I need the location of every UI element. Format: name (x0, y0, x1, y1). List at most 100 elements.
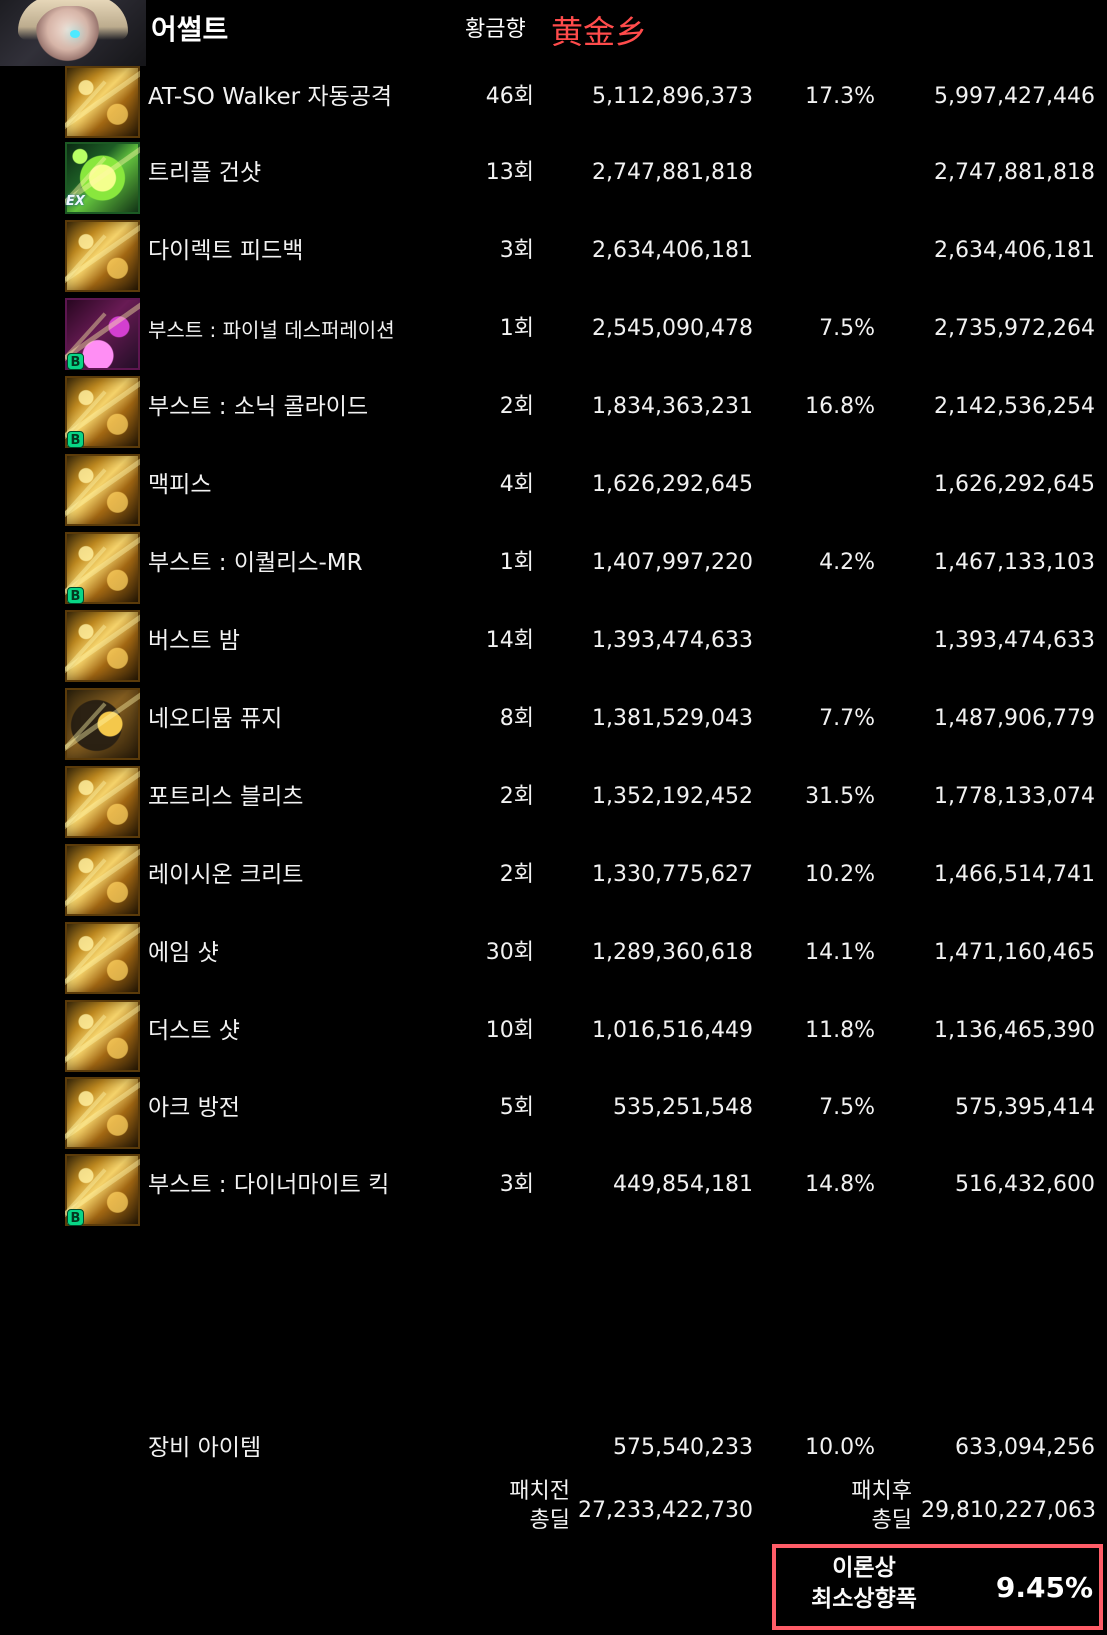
skill-after-damage: 1,626,292,645 (934, 472, 1095, 497)
aim-shot-icon (65, 922, 140, 994)
skill-after-damage: 2,735,972,264 (934, 316, 1095, 341)
skill-count: 8회 (499, 706, 534, 731)
server-name: 황금향 (465, 17, 526, 42)
skill-name: 더스트 샷 (148, 1018, 240, 1044)
skill-row: 다이렉트 피드백 3회 2,634,406,181 2,634,406,181 (0, 217, 1107, 293)
skill-name: 부스트 : 파이널 데스퍼레이션 (148, 318, 395, 342)
skill-count: 4회 (499, 472, 534, 497)
skill-row: 아크 방전 5회 535,251,548 7.5% 575,395,414 (0, 1074, 1107, 1150)
skill-after-damage: 1,471,160,465 (934, 940, 1095, 965)
skill-count: 10회 (485, 1018, 534, 1043)
skill-boost: 7.5% (819, 316, 875, 341)
skill-after-damage: 1,136,465,390 (934, 1018, 1095, 1043)
skill-name: 에임 샷 (148, 940, 219, 966)
skill-name: 버스트 밤 (148, 628, 240, 654)
skill-damage: 1,834,363,231 (592, 394, 753, 419)
burst-bomb-icon (65, 610, 140, 682)
minimum-buff-label-line-1: 이론상 (832, 1555, 896, 1581)
skill-name: 부스트 : 이퀄리스-MR (148, 550, 363, 576)
skill-after-damage: 2,142,536,254 (934, 394, 1095, 419)
character-title: 어썰트 (151, 13, 229, 46)
skill-row: 버스트 밤 14회 1,393,474,633 1,393,474,633 (0, 607, 1107, 683)
boost-badge-icon: B (67, 587, 84, 604)
skill-name: 포트리스 블리츠 (148, 784, 304, 810)
skill-name: 부스트 : 소닉 콜라이드 (148, 394, 369, 420)
skill-damage: 1,393,474,633 (592, 628, 753, 653)
pre-patch-total-label: 패치전 총딜 (500, 1477, 570, 1535)
post-patch-label-line-1: 패치후 (851, 1479, 912, 1504)
skill-count: 1회 (499, 316, 534, 341)
avatar-eye-glow (70, 30, 80, 38)
skill-damage: 1,381,529,043 (592, 706, 753, 731)
skill-boost: 16.8% (805, 394, 875, 419)
skill-damage: 1,289,360,618 (592, 940, 753, 965)
skill-boost: 4.2% (819, 550, 875, 575)
ex-badge: EX (66, 194, 85, 209)
skill-after-damage: 2,747,881,818 (934, 160, 1095, 185)
equipment-label: 장비 아이템 (148, 1435, 262, 1461)
skill-damage: 449,854,181 (613, 1172, 753, 1197)
skill-count: 14회 (485, 628, 534, 653)
skill-boost: 14.8% (805, 1172, 875, 1197)
skill-damage: 2,545,090,478 (592, 316, 753, 341)
skill-damage: 535,251,548 (613, 1095, 753, 1120)
dust-shot-icon (65, 1000, 140, 1072)
boost-badge-icon: B (67, 353, 84, 370)
skill-count: 13회 (485, 160, 534, 185)
pre-patch-label-line-2: 총딜 (529, 1508, 570, 1533)
walker-icon (65, 66, 140, 138)
skill-count: 2회 (499, 394, 534, 419)
skill-name: 맥피스 (148, 472, 212, 498)
skill-row: 네오디뮴 퓨지 8회 1,381,529,043 7.7% 1,487,906,… (0, 685, 1107, 761)
minimum-buff-label: 이론상 최소상향폭 (790, 1553, 938, 1615)
avatar-face-art (34, 6, 104, 66)
minimum-buff-label-line-2: 최소상향폭 (811, 1586, 917, 1612)
server-chinese-name: 黄金乡 (551, 13, 648, 51)
skill-row: 더스트 샷 10회 1,016,516,449 11.8% 1,136,465,… (0, 997, 1107, 1073)
skill-damage: 2,634,406,181 (592, 238, 753, 263)
skill-after-damage: 516,432,600 (955, 1172, 1095, 1197)
maxpeace-icon (65, 454, 140, 526)
skill-after-damage: 1,393,474,633 (934, 628, 1095, 653)
skill-name: 트리플 건샷 (148, 160, 262, 186)
equipment-damage: 575,540,233 (613, 1435, 753, 1460)
skill-after-damage: 1,467,133,103 (934, 550, 1095, 575)
skill-damage: 5,112,896,373 (592, 84, 753, 109)
skill-damage: 1,407,997,220 (592, 550, 753, 575)
character-header: 어썰트 황금향 黄金乡 (0, 0, 1107, 66)
skill-row: B 부스트 : 다이너마이트 킥 3회 449,854,181 14.8% 51… (0, 1151, 1107, 1227)
post-patch-total-value: 29,810,227,063 (921, 1498, 1096, 1523)
skill-after-damage: 2,634,406,181 (934, 238, 1095, 263)
skill-name: 다이렉트 피드백 (148, 238, 304, 264)
post-patch-label-line-2: 총딜 (871, 1508, 912, 1533)
boost-badge-icon: B (67, 1209, 84, 1226)
neodymium-fuze-icon (65, 688, 140, 760)
skill-row: EX 트리플 건샷 13회 2,747,881,818 2,747,881,81… (0, 139, 1107, 215)
skill-boost: 11.8% (805, 1018, 875, 1043)
skill-count: 30회 (485, 940, 534, 965)
skill-name: 부스트 : 다이너마이트 킥 (148, 1172, 390, 1198)
pre-patch-label-line-1: 패치전 (509, 1479, 570, 1504)
skill-row: 맥피스 4회 1,626,292,645 1,626,292,645 (0, 451, 1107, 527)
skill-count: 5회 (499, 1095, 534, 1120)
skill-after-damage: 1,778,133,074 (934, 784, 1095, 809)
skill-after-damage: 575,395,414 (955, 1095, 1095, 1120)
character-avatar (0, 0, 146, 66)
skill-row: B 부스트 : 소닉 콜라이드 2회 1,834,363,231 16.8% 2… (0, 373, 1107, 449)
skill-count: 3회 (499, 238, 534, 263)
skill-row: B 부스트 : 파이널 데스퍼레이션 1회 2,545,090,478 7.5%… (0, 295, 1107, 371)
skill-damage: 2,747,881,818 (592, 160, 753, 185)
post-patch-total-label: 패치후 총딜 (842, 1477, 912, 1535)
skill-name: AT-SO Walker 자동공격 (148, 84, 393, 110)
skill-boost: 14.1% (805, 940, 875, 965)
direct-feedback-icon (65, 220, 140, 292)
skill-row: B 부스트 : 이퀄리스-MR 1회 1,407,997,220 4.2% 1,… (0, 529, 1107, 605)
skill-row: 레이시온 크리트 2회 1,330,775,627 10.2% 1,466,51… (0, 841, 1107, 917)
equipment-boost: 10.0% (805, 1435, 875, 1460)
skill-row: 포트리스 블리츠 2회 1,352,192,452 31.5% 1,778,13… (0, 763, 1107, 839)
fortress-blitz-icon (65, 766, 140, 838)
skill-name: 레이시온 크리트 (148, 862, 304, 888)
skill-boost: 7.5% (819, 1095, 875, 1120)
skill-name: 네오디뮴 퓨지 (148, 706, 283, 732)
skill-count: 2회 (499, 784, 534, 809)
